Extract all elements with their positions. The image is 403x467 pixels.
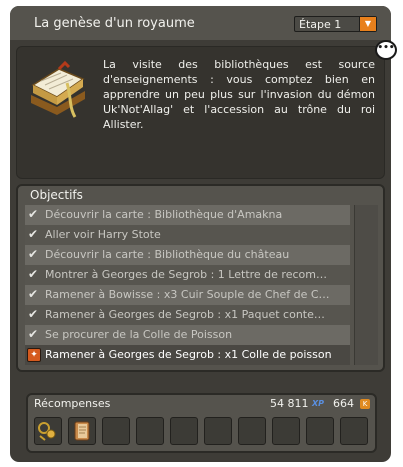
list-item[interactable]: ✔ Découvrir la carte : Bibliothèque du c… <box>25 245 350 265</box>
list-item[interactable]: ✔ Se procurer de la Colle de Poisson <box>25 325 350 345</box>
reward-slot[interactable] <box>136 417 164 445</box>
rewards-box: Récompenses 54 811 XP 664 K <box>26 393 377 453</box>
checkmark-icon: ✔ <box>28 227 39 241</box>
checkmark-icon: ✔ <box>28 287 39 301</box>
objective-label: Montrer à Georges de Segrob : 1 Lettre d… <box>45 268 327 281</box>
checkmark-icon: ✔ <box>28 207 39 221</box>
quest-description-box: La visite des bibliothèques est source d… <box>16 46 385 179</box>
scroll-book-icon <box>74 421 90 441</box>
reward-slot[interactable] <box>306 417 334 445</box>
list-item[interactable]: ✔ Aller voir Harry Stote <box>25 225 350 245</box>
objective-label: Ramener à Georges de Segrob : x1 Paquet … <box>45 308 325 321</box>
kamas-value: 664 <box>333 397 354 410</box>
checkmark-icon: ✔ <box>28 307 39 321</box>
checkmark-icon: ✔ <box>28 327 39 341</box>
objective-label: Aller voir Harry Stote <box>45 228 161 241</box>
quest-panel: La genèse d'un royaume Étape 1 ▼ La visi… <box>10 6 391 462</box>
reward-slot[interactable] <box>102 417 130 445</box>
checkmark-icon: ✔ <box>28 267 39 281</box>
objectives-list: ✔ Découvrir la carte : Bibliothèque d'Am… <box>25 205 350 365</box>
book-icon <box>31 60 85 118</box>
list-item[interactable]: ✔ Montrer à Georges de Segrob : 1 Lettre… <box>25 265 350 285</box>
list-item[interactable]: ✔ Découvrir la carte : Bibliothèque d'Am… <box>25 205 350 225</box>
objective-label: Se procurer de la Colle de Poisson <box>45 328 233 341</box>
amulet-icon <box>38 422 56 441</box>
list-item[interactable]: ✔ Ramener à Georges de Segrob : x1 Paque… <box>25 305 350 325</box>
quest-title: La genèse d'un royaume <box>34 16 195 31</box>
objective-label: Ramener à Bowisse : x3 Cuir Souple de Ch… <box>45 288 330 301</box>
objectives-box: Objectifs ✔ Découvrir la carte : Bibliot… <box>16 184 385 372</box>
xp-label: XP <box>312 399 325 408</box>
chat-bubble-icon[interactable]: ••• <box>375 40 397 60</box>
quest-description: La visite des bibliothèques est source d… <box>103 58 375 131</box>
step-dropdown[interactable]: Étape 1 ▼ <box>294 16 377 32</box>
reward-slot[interactable] <box>170 417 198 445</box>
kamas-icon: K <box>360 399 370 409</box>
rewards-title: Récompenses <box>34 397 111 410</box>
list-item[interactable]: ✔ Ramener à Bowisse : x3 Cuir Souple de … <box>25 285 350 305</box>
reward-slot[interactable] <box>340 417 368 445</box>
objectives-scrollbar[interactable] <box>354 205 378 365</box>
reward-slot[interactable] <box>204 417 232 445</box>
reward-slot[interactable] <box>238 417 266 445</box>
checkmark-icon: ✔ <box>28 247 39 261</box>
reward-slot[interactable] <box>34 417 62 445</box>
target-icon[interactable]: ✦ <box>27 348 41 362</box>
quest-header: La genèse d'un royaume Étape 1 ▼ <box>10 6 391 40</box>
step-label: Étape 1 <box>299 18 342 31</box>
list-item-active[interactable]: ✦ Ramener à Georges de Segrob : x1 Colle… <box>25 345 350 365</box>
xp-value: 54 811 <box>270 397 309 410</box>
objective-label: Découvrir la carte : Bibliothèque d'Amak… <box>45 208 283 221</box>
reward-slot[interactable] <box>272 417 300 445</box>
objective-label: Découvrir la carte : Bibliothèque du châ… <box>45 248 290 261</box>
objectives-title: Objectifs <box>30 188 83 202</box>
reward-slot[interactable] <box>68 417 96 445</box>
objective-label: Ramener à Georges de Segrob : x1 Colle d… <box>45 348 332 361</box>
chevron-down-icon[interactable]: ▼ <box>359 17 376 31</box>
